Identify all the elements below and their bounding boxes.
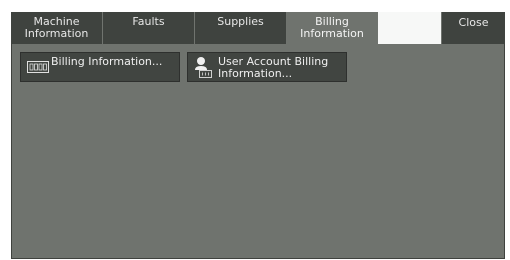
billing-information-button-label: Billing Information... — [51, 55, 163, 68]
close-button[interactable]: Close — [442, 12, 505, 44]
tab-billing-information[interactable]: Billing Information — [287, 12, 378, 44]
counter-icon — [27, 61, 49, 73]
user-counter-icon — [195, 57, 212, 78]
tab-billing-information-label: Billing Information — [300, 15, 364, 40]
user-account-billing-information-button[interactable]: User Account Billing Information... — [187, 52, 347, 82]
user-account-billing-information-button-label: User Account Billing Information... — [218, 55, 329, 80]
tab-faults-label: Faults — [132, 15, 165, 28]
tab-spacer — [378, 12, 442, 44]
billing-panel — [11, 12, 505, 259]
tab-machine-information[interactable]: Machine Information — [11, 12, 103, 44]
tab-bar: Machine Information Faults Supplies Bill… — [11, 12, 505, 44]
billing-information-button[interactable]: Billing Information... — [20, 52, 180, 82]
close-button-label: Close — [458, 16, 489, 29]
tab-supplies[interactable]: Supplies — [195, 12, 287, 44]
tab-machine-information-label: Machine Information — [24, 15, 89, 40]
tab-supplies-label: Supplies — [217, 15, 264, 28]
tab-faults[interactable]: Faults — [103, 12, 195, 44]
